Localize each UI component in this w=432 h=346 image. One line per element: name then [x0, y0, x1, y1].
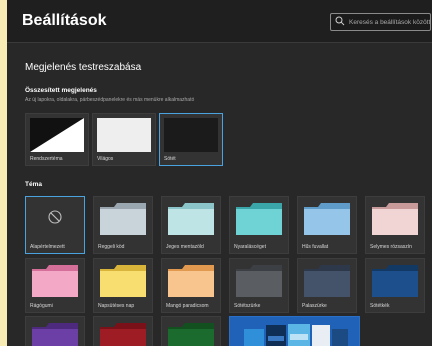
folder-icon [168, 265, 214, 297]
theme-label: Rágógumi [30, 303, 53, 309]
appearance-option-label: Rendszertéma [30, 156, 63, 162]
theme-label: Palaszürke [302, 303, 327, 309]
combined-appearance-title: Összesített megjelenés [25, 87, 97, 94]
light-theme-preview [97, 118, 151, 152]
folder-icon [304, 203, 350, 235]
theme-green[interactable] [161, 316, 221, 346]
theme-silky-pink[interactable]: Selymes rózsaszín [365, 196, 425, 254]
folder-icon [100, 265, 146, 297]
theme-label: Selymes rózsaszín [370, 244, 412, 250]
appearance-option-label: Világos [97, 156, 114, 162]
theme-dark-gray[interactable]: Sötétszürke [229, 258, 289, 313]
theme-section-title: Téma [25, 181, 42, 188]
header-bar: Beállítások [7, 0, 432, 43]
theme-label: Sötétszürke [234, 303, 261, 309]
search-input[interactable] [349, 14, 430, 30]
theme-bubblegum[interactable]: Rágógumi [25, 258, 85, 313]
theme-default[interactable]: Alapértelmezett [25, 196, 85, 254]
theme-sunny-day[interactable]: Napsütéses nap [93, 258, 153, 313]
theme-label: Jeges mentazöld [166, 244, 204, 250]
page-title: Beállítások [22, 12, 107, 29]
theme-label: Mangó paradicsom [166, 303, 209, 309]
folder-body [100, 209, 146, 235]
discover-more-themes-banner[interactable] [229, 316, 360, 346]
search-box[interactable] [330, 13, 431, 31]
settings-window: Beállítások Megjelenés testreszabása Öss… [7, 0, 432, 346]
theme-dark-blue[interactable]: Sötétkék [365, 258, 425, 313]
theme-label: Sötétkék [370, 303, 390, 309]
theme-label: Nyaraláscéget [234, 244, 266, 250]
theme-island-getaway[interactable]: Nyaraláscéget [229, 196, 289, 254]
appearance-option-dark[interactable]: Sötét [159, 113, 223, 166]
combined-appearance-description: Az új lapokra, oldalakra, párbeszédpanel… [25, 97, 195, 103]
appearance-option-label: Sötét [164, 156, 176, 162]
theme-label: Hűs fuvallat [302, 244, 329, 250]
appearance-option-system[interactable]: Rendszertéma [25, 113, 89, 166]
folder-icon [100, 203, 146, 235]
folder-icon [372, 203, 418, 235]
folder-icon [32, 323, 78, 346]
theme-label: Reggeli köd [98, 244, 125, 250]
folder-icon [372, 265, 418, 297]
theme-label: Alapértelmezett [30, 244, 65, 250]
theme-icy-mint[interactable]: Jeges mentazöld [161, 196, 221, 254]
theme-cool-breeze[interactable]: Hűs fuvallat [297, 196, 357, 254]
theme-mango-paradise[interactable]: Mangó paradicsom [161, 258, 221, 313]
appearance-option-light[interactable]: Világos [92, 113, 156, 166]
system-theme-preview [30, 118, 84, 152]
folder-icon [304, 265, 350, 297]
theme-red[interactable] [93, 316, 153, 346]
folder-icon [100, 323, 146, 346]
folder-icon [168, 203, 214, 235]
theme-collage-image [244, 324, 348, 346]
dark-theme-preview [164, 118, 218, 152]
section-title: Megjelenés testreszabása [25, 62, 142, 73]
folder-tab [100, 203, 146, 209]
theme-purple[interactable] [25, 316, 85, 346]
folder-icon [168, 323, 214, 346]
folder-icon [32, 265, 78, 297]
folder-icon [236, 203, 282, 235]
theme-label: Napsütéses nap [98, 303, 135, 309]
none-icon [48, 210, 62, 224]
theme-slate-gray[interactable]: Palaszürke [297, 258, 357, 313]
folder-icon [236, 265, 282, 297]
theme-morning-fog[interactable]: Reggeli köd [93, 196, 153, 254]
search-icon [335, 16, 345, 26]
